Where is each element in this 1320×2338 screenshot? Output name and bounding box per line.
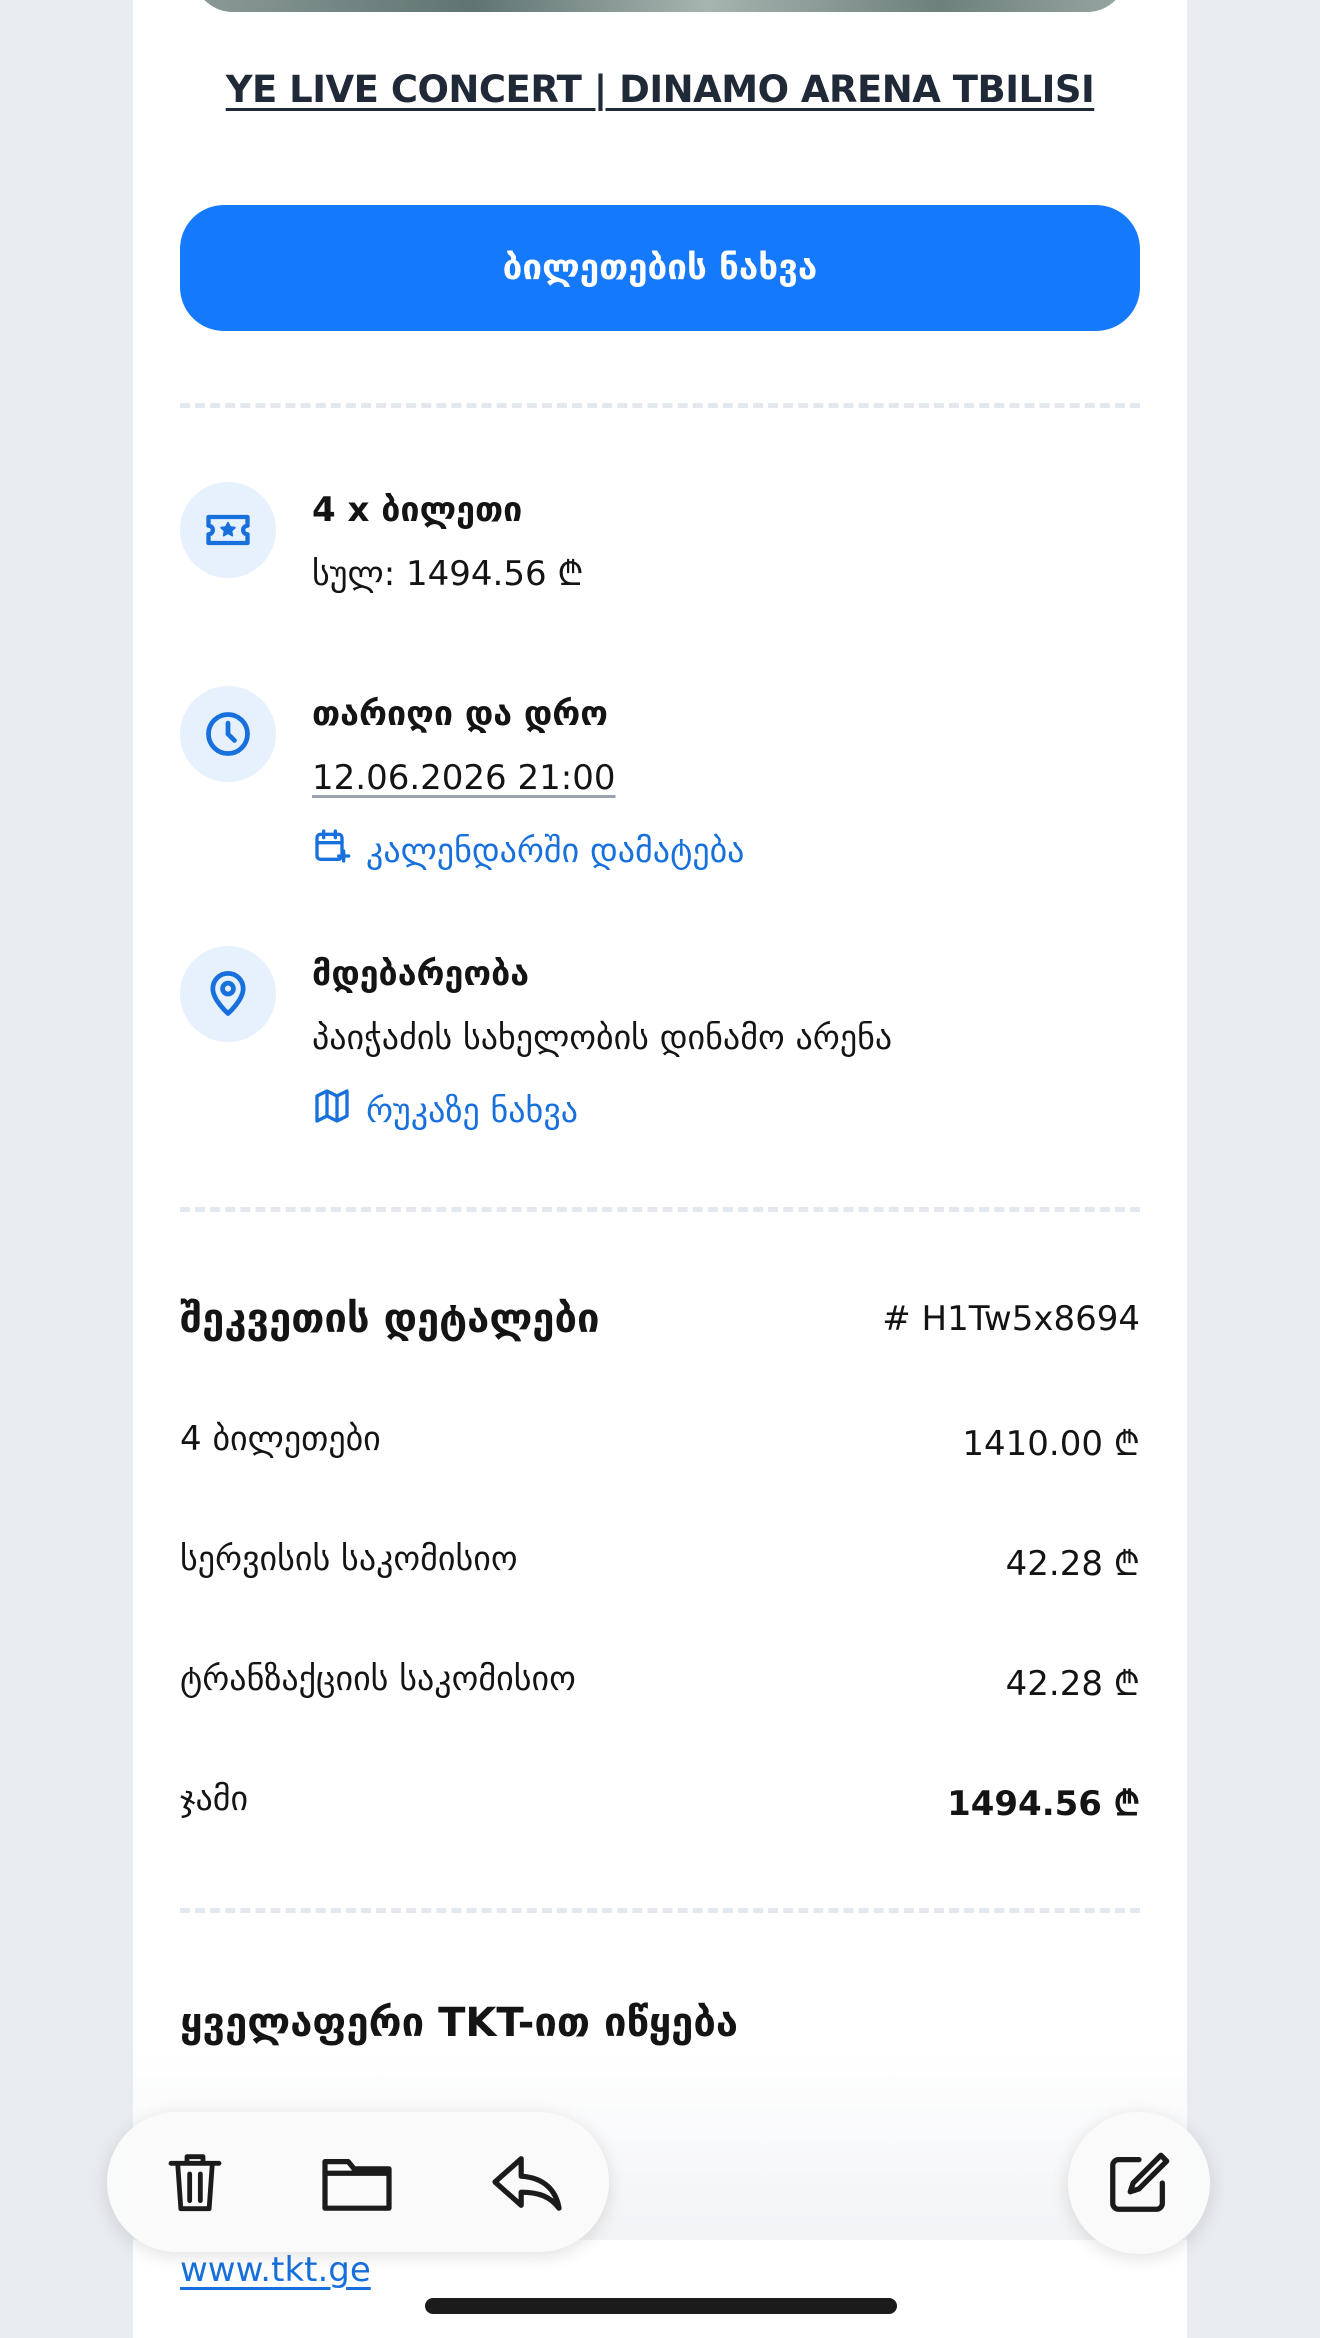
order-total-row: ჯამი 1494.56 ₾ bbox=[180, 1779, 1140, 1825]
add-to-calendar-link[interactable]: კალენდარში დამატება bbox=[312, 826, 744, 875]
order-row: ტრანზაქციის საკომისიო 42.28 ₾ bbox=[180, 1659, 1140, 1705]
order-row-value: 42.28 ₾ bbox=[1005, 1664, 1140, 1704]
divider bbox=[180, 1908, 1140, 1913]
home-indicator[interactable] bbox=[425, 2298, 897, 2314]
map-pin-icon bbox=[180, 946, 276, 1042]
view-on-map-link[interactable]: რუკაზე ნახვა bbox=[312, 1086, 892, 1135]
trash-button[interactable] bbox=[151, 2138, 239, 2226]
mail-action-toolbar bbox=[107, 2112, 609, 2252]
datetime-label: თარიღი და დრო bbox=[312, 694, 608, 734]
order-row-value: 42.28 ₾ bbox=[1005, 1544, 1140, 1584]
location-label: მდებარეობა bbox=[312, 954, 530, 994]
website-link[interactable]: www.tkt.ge bbox=[180, 2250, 371, 2290]
order-row-label: ტრანზაქციის საკომისიო bbox=[180, 1659, 576, 1699]
footer-tagline: ყველაფერი TKT-ით იწყება bbox=[180, 2000, 739, 2046]
order-details-title: შეკვეთის დეტალები bbox=[180, 1296, 600, 1342]
view-tickets-button[interactable]: ბილეთების ნახვა bbox=[180, 205, 1140, 331]
order-row: სერვისის საკომისიო 42.28 ₾ bbox=[180, 1539, 1140, 1585]
tickets-total: სულ: 1494.56 ₾ bbox=[312, 554, 584, 594]
add-to-calendar-label: კალენდარში დამატება bbox=[366, 830, 745, 871]
order-row: 4 ბილეთები 1410.00 ₾ bbox=[180, 1419, 1140, 1465]
tickets-count: 4 x ბილეთი bbox=[312, 490, 523, 530]
calendar-add-icon bbox=[312, 826, 352, 875]
order-total-value: 1494.56 ₾ bbox=[947, 1784, 1140, 1824]
divider bbox=[180, 403, 1140, 408]
divider bbox=[180, 1207, 1140, 1212]
order-row-value: 1410.00 ₾ bbox=[962, 1424, 1140, 1464]
trash-icon bbox=[168, 2154, 222, 2212]
order-total-label: ჯამი bbox=[180, 1779, 249, 1819]
map-icon bbox=[312, 1086, 352, 1135]
view-on-map-label: რუკაზე ნახვა bbox=[366, 1090, 579, 1131]
move-to-folder-button[interactable] bbox=[313, 2138, 401, 2226]
compose-icon bbox=[1110, 2152, 1170, 2212]
ticket-icon bbox=[180, 482, 276, 578]
compose-button[interactable] bbox=[1068, 2112, 1210, 2254]
reply-icon bbox=[492, 2156, 562, 2211]
venue-name: პაიჭაძის სახელობის დინამო არენა bbox=[312, 1018, 893, 1058]
event-title-link[interactable]: YE LIVE CONCERT | DINAMO ARENA TBILISI bbox=[133, 68, 1187, 111]
event-banner-image[interactable] bbox=[193, 0, 1127, 12]
clock-icon bbox=[180, 686, 276, 782]
order-id: # H1Tw5x8694 bbox=[882, 1299, 1140, 1339]
order-row-label: 4 ბილეთები bbox=[180, 1419, 381, 1459]
reply-button[interactable] bbox=[483, 2138, 571, 2226]
email-content-card: YE LIVE CONCERT | DINAMO ARENA TBILISI ბ… bbox=[133, 0, 1187, 2338]
order-row-label: სერვისის საკომისიო bbox=[180, 1539, 518, 1579]
folder-icon bbox=[322, 2159, 392, 2211]
event-datetime[interactable]: 12.06.2026 21:00 bbox=[312, 756, 744, 800]
